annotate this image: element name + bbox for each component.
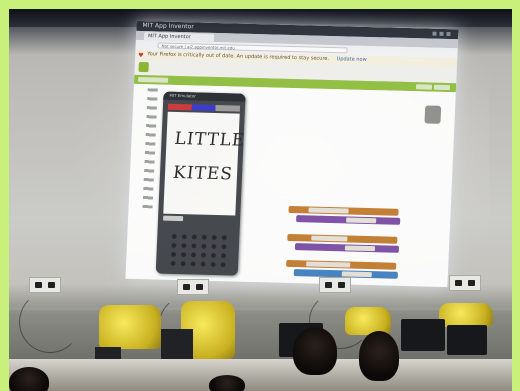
emulator-status-strip [167,103,241,112]
emulator-button[interactable] [162,215,184,222]
student-head [209,375,245,391]
emulator-title: MIT Emulator [169,92,197,99]
classroom-photo: MIT App Inventor MIT App Inventor Not se… [9,9,512,391]
code-block[interactable] [286,259,397,270]
window-controls-icon[interactable] [432,31,453,37]
emulator-keypad[interactable] [168,231,228,268]
covered-monitor [439,303,493,327]
toolbar-button[interactable] [433,84,451,91]
student-head [293,327,337,375]
desk [9,359,512,391]
code-block[interactable] [287,233,398,244]
emulator-screen[interactable]: LITTLE KITES [163,111,247,216]
monitor [401,319,445,351]
handwritten-text-line: KITES [171,162,235,185]
cable [19,291,81,353]
toolbar-button[interactable] [415,84,433,90]
emulator-titlebar: MIT Emulator [163,91,246,102]
trash-icon[interactable] [424,105,442,124]
cable-conduit [9,307,512,310]
monitor [447,325,487,355]
app-logo-icon [138,61,149,73]
covered-monitor [345,307,391,335]
power-socket [319,277,351,293]
code-block[interactable] [294,243,400,253]
code-block[interactable] [288,205,399,216]
update-link[interactable]: Update now [336,56,366,63]
student-head [359,331,399,381]
covered-monitor [99,305,161,349]
student-head [9,367,49,391]
code-block[interactable] [296,215,401,225]
handwritten-text-line: LITTLE [173,128,247,151]
projected-screen: MIT App Inventor MIT App Inventor Not se… [125,20,459,288]
blocks-palette[interactable] [142,88,158,209]
power-socket [449,275,481,291]
emulator-window: MIT Emulator LITTLE KITES [155,91,247,276]
toolbar-button[interactable] [138,76,169,83]
